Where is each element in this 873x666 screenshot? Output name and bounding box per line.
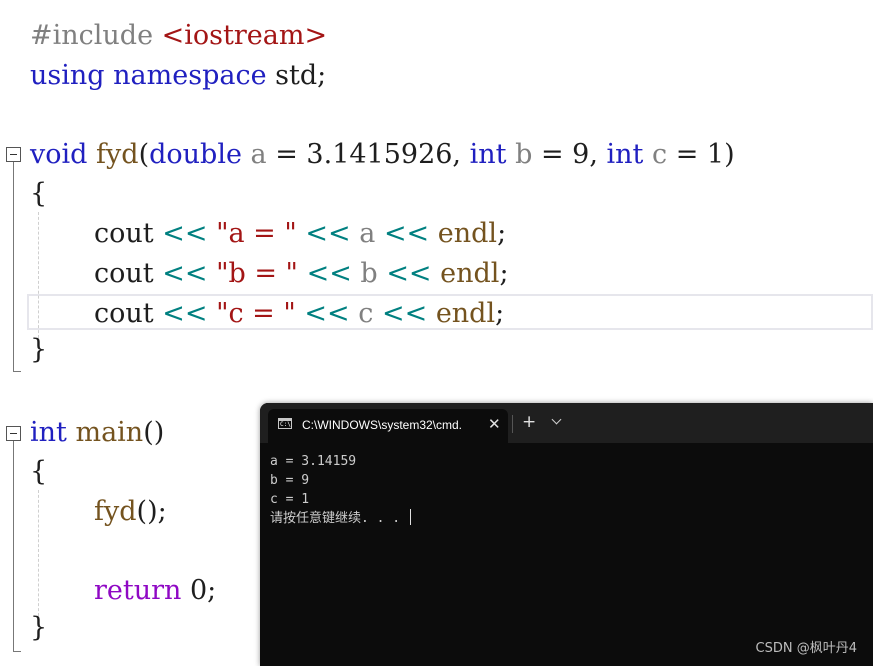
- function-name: fyd: [96, 139, 139, 170]
- code-line-open-brace[interactable]: {: [30, 174, 47, 214]
- stream-operator: <<: [304, 298, 350, 329]
- preprocessor-directive: #include: [30, 20, 154, 51]
- endl-identifier: endl: [440, 258, 500, 289]
- namespace-name: std;: [275, 60, 327, 91]
- fold-line-main: [13, 441, 14, 651]
- code-line-main-signature[interactable]: int main(): [30, 413, 164, 453]
- keyword-using: using: [30, 60, 105, 91]
- cout-identifier: cout: [94, 258, 154, 289]
- indent-guide-fyd: [38, 212, 39, 338]
- param-name: c: [651, 139, 668, 170]
- call-args: ();: [136, 496, 167, 527]
- semicolon: ;: [497, 218, 507, 249]
- output-line: c = 1: [270, 492, 310, 507]
- text-cursor: [409, 509, 411, 525]
- stream-operator: <<: [383, 218, 430, 249]
- param-default: = 1): [667, 139, 735, 170]
- terminal-window[interactable]: C:\ C:\WINDOWS\system32\cmd. ✕ + a = 3.1…: [260, 403, 873, 666]
- output-line-prompt: 请按任意键继续. . .: [270, 509, 411, 528]
- cout-identifier: cout: [94, 298, 154, 329]
- tab-divider: [512, 415, 513, 433]
- terminal-output[interactable]: a = 3.14159 b = 9 c = 1 请按任意键继续. . .: [270, 452, 411, 528]
- variable: b: [360, 258, 378, 289]
- stream-operator: <<: [305, 218, 351, 249]
- string-literal: "c = ": [216, 298, 296, 329]
- stream-operator: <<: [386, 258, 432, 289]
- chevron-down-icon[interactable]: [551, 414, 562, 425]
- collapse-fyd-icon[interactable]: [6, 147, 21, 162]
- press-any-key-text: 请按任意键继续. . .: [270, 511, 408, 526]
- code-line-cout-c[interactable]: cout << "c = " << c << endl;: [94, 294, 504, 334]
- endl-identifier: endl: [437, 218, 498, 249]
- stream-operator: <<: [162, 298, 208, 329]
- code-line-open-brace[interactable]: {: [30, 452, 47, 492]
- code-line-cout-a[interactable]: cout << "a = " << a << endl;: [94, 214, 506, 254]
- variable: c: [358, 298, 374, 329]
- semicolon: ;: [499, 258, 509, 289]
- indent-guide-main: [38, 490, 39, 616]
- code-line-close-brace[interactable]: }: [30, 608, 47, 648]
- code-line-fyd-signature[interactable]: void fyd(double a = 3.1415926, int b = 9…: [30, 135, 735, 175]
- param-name: b: [515, 139, 533, 170]
- semicolon: ;: [495, 298, 505, 329]
- stream-operator: <<: [381, 298, 428, 329]
- return-type: void: [30, 139, 88, 170]
- fold-line-fyd: [13, 162, 14, 371]
- tab-title: C:\WINDOWS\system32\cmd.: [302, 418, 463, 432]
- variable: a: [359, 218, 376, 249]
- cmd-icon-label: C:\: [280, 421, 291, 428]
- terminal-tab[interactable]: C:\ C:\WINDOWS\system32\cmd. ✕: [268, 409, 508, 443]
- stream-operator: <<: [162, 258, 208, 289]
- open-paren: (: [138, 139, 150, 170]
- cmd-icon: C:\: [278, 418, 292, 429]
- fold-end-main: [13, 651, 21, 652]
- code-line-using[interactable]: using namespace std;: [30, 56, 326, 96]
- string-literal: "b = ": [216, 258, 298, 289]
- function-name: main: [75, 417, 144, 448]
- code-line-return[interactable]: return 0;: [94, 571, 216, 611]
- endl-identifier: endl: [435, 298, 496, 329]
- cout-identifier: cout: [94, 218, 154, 249]
- param-type: int: [606, 139, 644, 170]
- param-type: double: [149, 139, 242, 170]
- output-line: b = 9: [270, 473, 310, 488]
- parens: (): [143, 417, 165, 448]
- keyword-return: return: [94, 575, 182, 606]
- param-default: = 9,: [532, 139, 607, 170]
- fold-end-fyd: [13, 371, 21, 372]
- include-header: <iostream>: [161, 20, 328, 51]
- return-type: int: [30, 417, 67, 448]
- close-icon[interactable]: ✕: [488, 415, 501, 433]
- param-default: = 3.1415926,: [266, 139, 470, 170]
- terminal-tab-bar: C:\ C:\WINDOWS\system32\cmd. ✕ +: [260, 403, 873, 443]
- keyword-namespace: namespace: [113, 60, 267, 91]
- output-line: a = 3.14159: [270, 454, 357, 469]
- stream-operator: <<: [162, 218, 208, 249]
- collapse-main-icon[interactable]: [6, 426, 21, 441]
- code-line-cout-b[interactable]: cout << "b = " << b << endl;: [94, 254, 509, 294]
- function-call-name: fyd: [94, 496, 137, 527]
- code-line-close-brace[interactable]: }: [30, 330, 47, 370]
- code-line-include[interactable]: #include <iostream>: [30, 16, 327, 56]
- new-tab-button[interactable]: +: [522, 412, 536, 432]
- watermark: CSDN @枫叶丹4: [755, 641, 857, 656]
- code-line-call-fyd[interactable]: fyd();: [94, 492, 167, 532]
- param-type: int: [469, 139, 507, 170]
- param-name: a: [250, 139, 267, 170]
- stream-operator: <<: [306, 258, 352, 289]
- return-value: 0;: [181, 575, 217, 606]
- string-literal: "a = ": [216, 218, 297, 249]
